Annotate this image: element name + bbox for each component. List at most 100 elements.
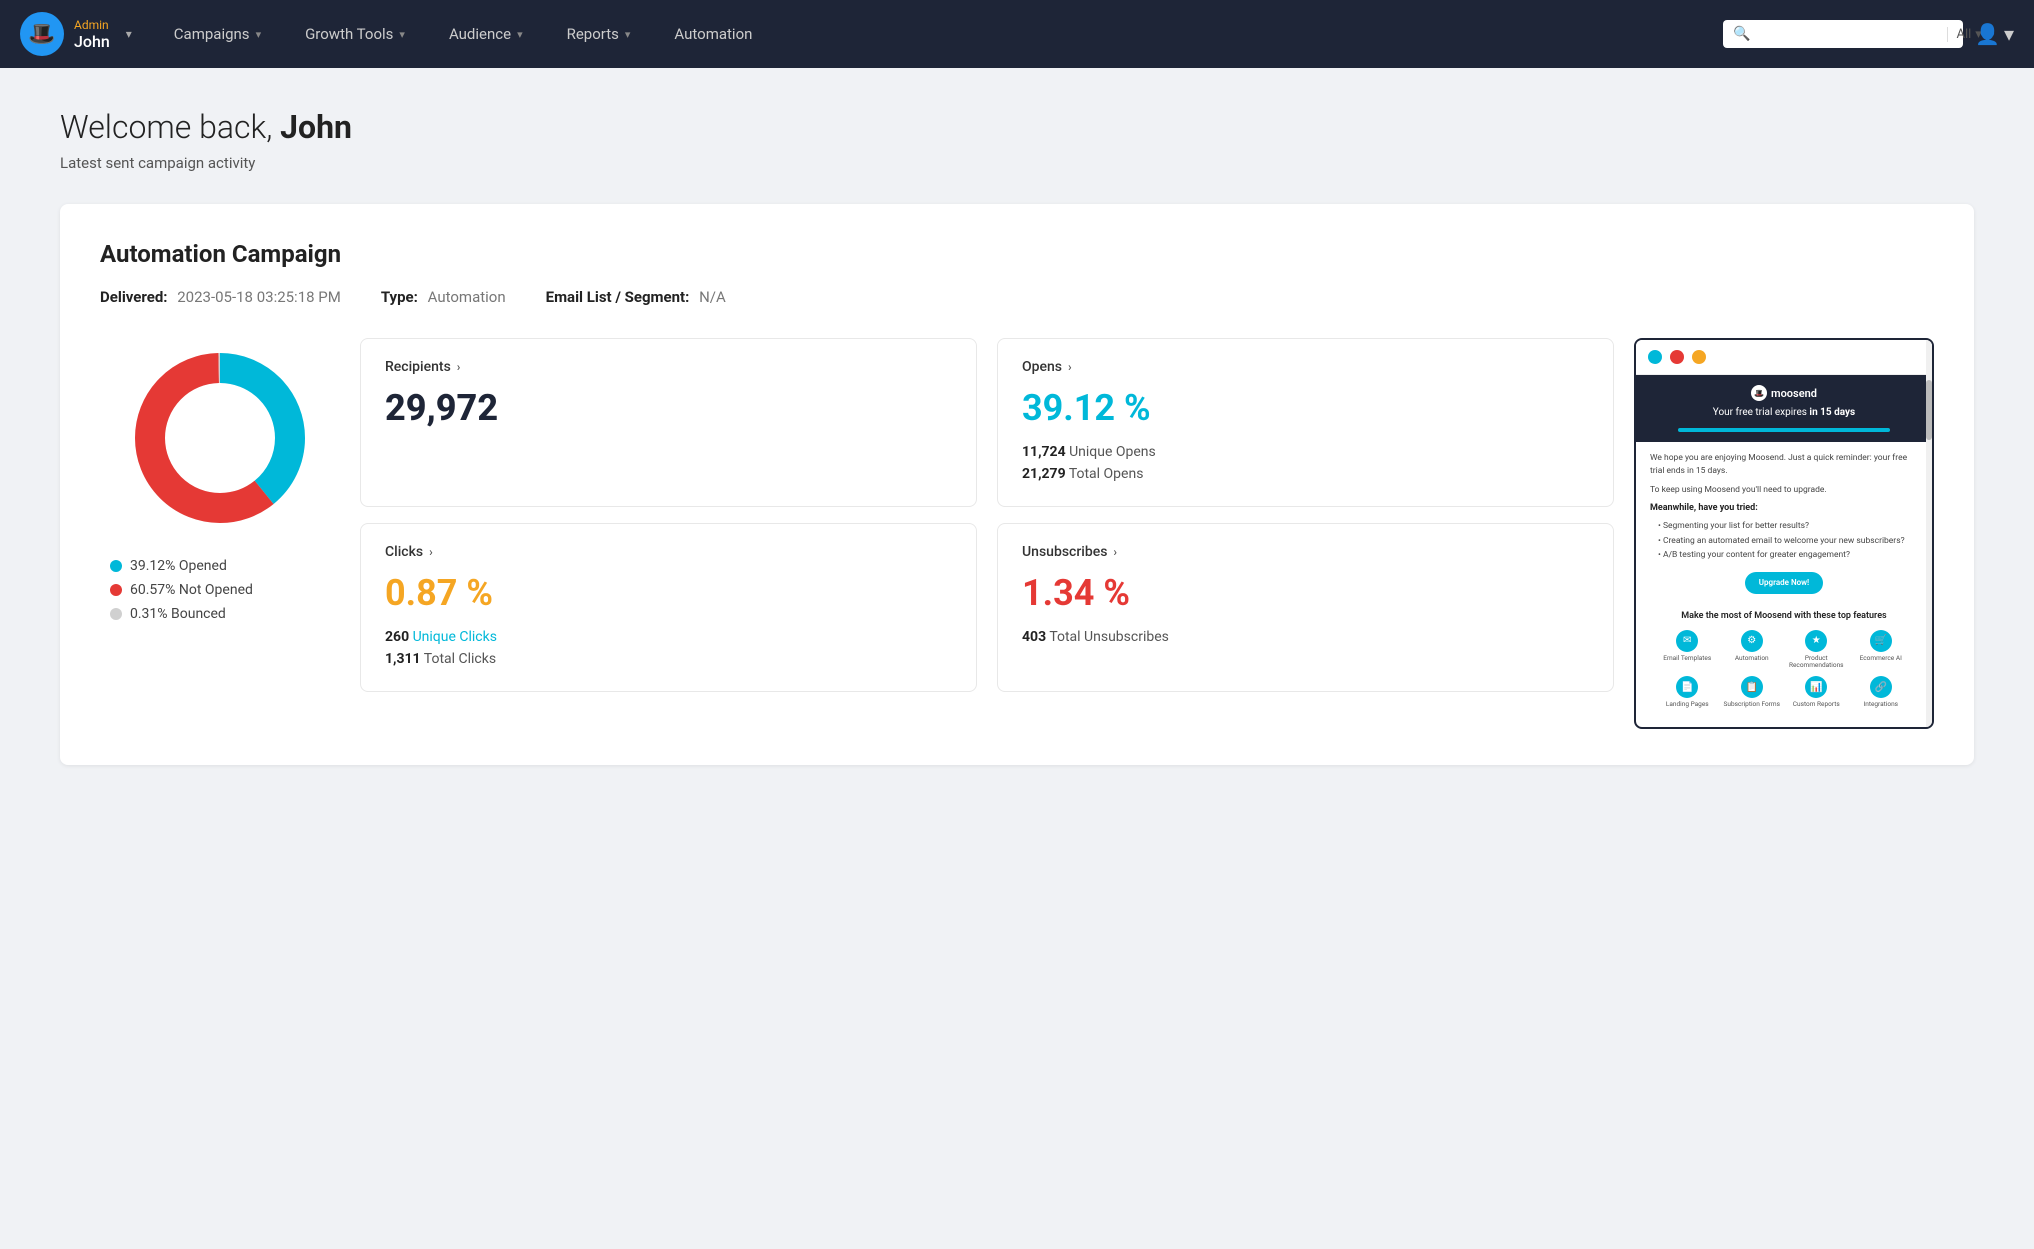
nav-audience[interactable]: Audience ▾ <box>427 0 545 68</box>
preview-dot-teal <box>1648 350 1662 364</box>
preview-header-bar: 🎩 moosend Your free trial expires in 15 … <box>1636 375 1932 442</box>
preview-section-title: Meanwhile, have you tried: <box>1650 502 1918 516</box>
preview-feature-email-label: Email Templates <box>1663 655 1711 663</box>
preview-feature-automation-label: Automation <box>1735 655 1769 663</box>
brand-user: Admin John <box>74 18 110 51</box>
search-box[interactable]: 🔍 All ▾ <box>1723 20 1963 48</box>
clicks-label-text: Clicks <box>385 544 423 560</box>
right-stats-grid: Opens › 39.12 % 11,724 Unique Opens 21,2… <box>997 338 1614 692</box>
email-list-label: Email List / Segment: <box>546 288 690 306</box>
legend-opened: 39.12% Opened <box>110 558 253 574</box>
nav-automation[interactable]: Automation <box>652 0 774 68</box>
preview-banner-text: Your free trial expires in 15 days <box>1713 407 1855 418</box>
recipients-card: Recipients › 29,972 <box>360 338 977 507</box>
preview-feature-automation: ⚙ Automation <box>1723 630 1782 671</box>
recipients-arrow-icon: › <box>457 360 461 374</box>
brand-logo[interactable]: 🎩 Admin John ▾ <box>20 12 132 56</box>
nav-campaigns[interactable]: Campaigns ▾ <box>152 0 283 68</box>
preview-feature-integrations-icon: 🔗 <box>1870 676 1892 698</box>
opens-unique-label: Unique Opens <box>1069 444 1156 460</box>
nav-reports-label: Reports <box>567 25 619 43</box>
legend-not-opened: 60.57% Not Opened <box>110 582 253 598</box>
preview-feature-reports-icon: 📊 <box>1805 676 1827 698</box>
opens-pct: 39.12 % <box>1022 387 1589 429</box>
opens-label-text: Opens <box>1022 359 1062 375</box>
preview-content: We hope you are enjoying Moosend. Just a… <box>1636 442 1932 727</box>
clicks-total-label: Total Clicks <box>424 651 496 667</box>
unsubscribes-label[interactable]: Unsubscribes › <box>1022 544 1589 560</box>
unsubscribes-label-text: Unsubscribes <box>1022 544 1107 560</box>
brand-name: John <box>74 32 110 51</box>
preview-scrollbar <box>1926 340 1932 727</box>
brand-chevron-icon[interactable]: ▾ <box>126 27 132 41</box>
unsubscribes-sub: 403 Total Unsubscribes <box>1022 626 1589 648</box>
welcome-name: John <box>280 108 352 146</box>
opens-arrow-icon: › <box>1068 360 1072 374</box>
preview-features-title: Make the most of Moosend with these top … <box>1650 610 1918 624</box>
preview-feature-landing: 📄 Landing Pages <box>1658 676 1717 709</box>
preview-icons-grid: ✉ Email Templates ⚙ Automation ★ Product… <box>1650 630 1918 717</box>
donut-section: 39.12% Opened 60.57% Not Opened 0.31% Bo… <box>100 338 340 622</box>
legend-not-opened-label: 60.57% Not Opened <box>130 582 253 598</box>
preview-feature-product-rec: ★ Product Recommendations <box>1787 630 1846 671</box>
preview-feature-product-rec-label: Product Recommendations <box>1787 655 1846 671</box>
unsubscribes-pct: 1.34 % <box>1022 572 1589 614</box>
legend-opened-dot <box>110 560 122 572</box>
nav-right: 🔍 All ▾ 👤 ▾ <box>1723 20 2014 48</box>
welcome-subtitle: Latest sent campaign activity <box>60 154 1974 172</box>
brand-avatar: 🎩 <box>20 12 64 56</box>
preview-feature-ecommerce: 🛒 Ecommerce AI <box>1852 630 1911 671</box>
page-content: Welcome back, John Latest sent campaign … <box>0 68 2034 805</box>
clicks-arrow-icon: › <box>429 545 433 559</box>
clicks-sub: 260 Unique Clicks 1,311 Total Clicks <box>385 626 952 671</box>
preview-feature-ecommerce-label: Ecommerce AI <box>1860 655 1902 663</box>
nav-items: Campaigns ▾ Growth Tools ▾ Audience ▾ Re… <box>152 0 1723 68</box>
campaign-card: Automation Campaign Delivered: 2023-05-1… <box>60 204 1974 765</box>
nav-campaigns-chevron-icon: ▾ <box>256 28 262 41</box>
preview-feature-reports-label: Custom Reports <box>1793 701 1840 709</box>
email-list-meta: Email List / Segment: N/A <box>546 288 726 306</box>
donut-chart <box>120 338 320 538</box>
preview-cta-button[interactable]: Upgrade Now! <box>1745 572 1823 594</box>
preview-feature-product-rec-icon: ★ <box>1805 630 1827 652</box>
preview-dot-red <box>1670 350 1684 364</box>
preview-feature-landing-label: Landing Pages <box>1666 701 1709 709</box>
opens-unique-count: 11,724 <box>1022 444 1066 460</box>
user-icon: 👤 <box>1975 22 2000 46</box>
search-icon: 🔍 <box>1733 26 1750 42</box>
preview-scrollbar-thumb <box>1926 380 1932 440</box>
recipients-label-text: Recipients <box>385 359 451 375</box>
opens-label[interactable]: Opens › <box>1022 359 1589 375</box>
recipients-label[interactable]: Recipients › <box>385 359 952 375</box>
brand-role: Admin <box>74 18 110 32</box>
preview-feature-integrations-label: Integrations <box>1863 701 1898 709</box>
nav-audience-chevron-icon: ▾ <box>517 28 523 41</box>
campaign-title: Automation Campaign <box>100 240 1934 268</box>
nav-growth-tools-chevron-icon: ▾ <box>399 28 405 41</box>
welcome-title: Welcome back, John <box>60 108 1974 146</box>
preview-p2: To keep using Moosend you'll need to upg… <box>1650 484 1918 497</box>
delivered-meta: Delivered: 2023-05-18 03:25:18 PM <box>100 288 341 306</box>
unsubscribes-total-label: Total Unsubscribes <box>1049 629 1169 645</box>
type-label: Type: <box>381 288 418 306</box>
opens-card: Opens › 39.12 % 11,724 Unique Opens 21,2… <box>997 338 1614 507</box>
welcome-prefix: Welcome back, <box>60 108 280 146</box>
user-menu-button[interactable]: 👤 ▾ <box>1975 22 2014 46</box>
legend-bounced-label: 0.31% Bounced <box>130 606 226 622</box>
delivered-label: Delivered: <box>100 288 168 306</box>
clicks-label[interactable]: Clicks › <box>385 544 952 560</box>
preview-p1: We hope you are enjoying Moosend. Just a… <box>1650 452 1918 478</box>
nav-growth-tools[interactable]: Growth Tools ▾ <box>283 0 427 68</box>
nav-reports[interactable]: Reports ▾ <box>545 0 653 68</box>
unsubscribes-total-count: 403 <box>1022 629 1046 645</box>
preview-banner-bold: in 15 days <box>1809 407 1855 418</box>
preview-logo-icon: 🎩 <box>1751 385 1767 401</box>
type-meta: Type: Automation <box>381 288 506 306</box>
legend-bounced: 0.31% Bounced <box>110 606 253 622</box>
nav-reports-chevron-icon: ▾ <box>625 28 631 41</box>
search-input[interactable] <box>1758 26 1939 42</box>
stats-layout: 39.12% Opened 60.57% Not Opened 0.31% Bo… <box>100 338 1934 729</box>
preview-feature-ecommerce-icon: 🛒 <box>1870 630 1892 652</box>
type-value: Automation <box>428 288 506 306</box>
opens-total-count: 21,279 <box>1022 466 1066 482</box>
